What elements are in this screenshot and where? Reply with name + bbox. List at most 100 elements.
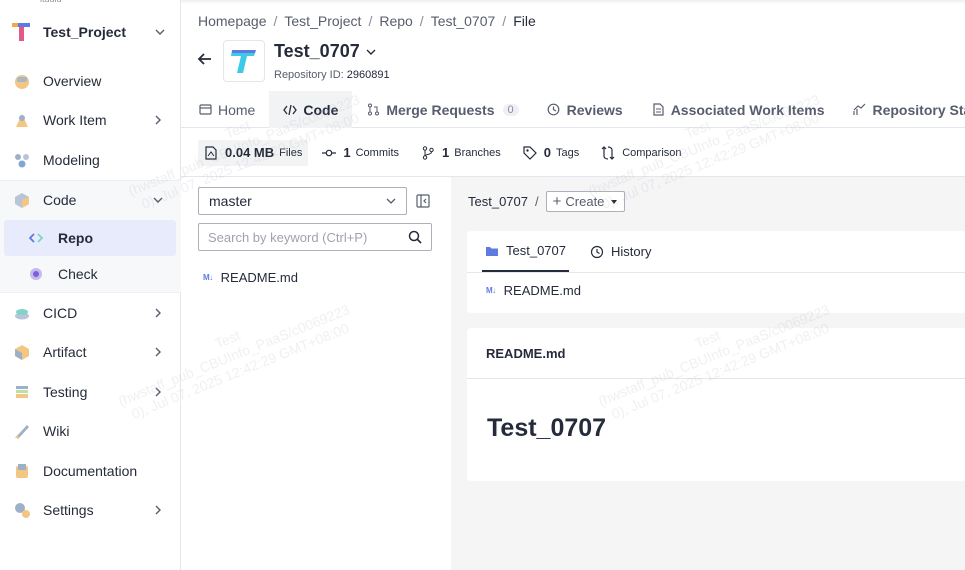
create-button[interactable]: + Create	[545, 191, 626, 212]
stat-files[interactable]: 0.04 MB Files	[198, 139, 309, 166]
tab-code[interactable]: Code	[269, 91, 353, 128]
work-item-icon	[12, 111, 31, 130]
chevron-down-icon	[366, 49, 376, 55]
tab-associated-work-items[interactable]: Associated Work Items	[637, 91, 839, 128]
sidebar-item-testing[interactable]: Testing	[0, 372, 181, 412]
commit-icon	[322, 146, 337, 160]
tab-merge-requests[interactable]: Merge Requests 0	[352, 91, 532, 128]
stat-tags[interactable]: 0 Tags	[523, 145, 579, 160]
document-icon	[651, 103, 665, 117]
wiki-icon	[12, 422, 31, 441]
app-root: ltuuiu Test_Project Overview Work Item	[0, 0, 965, 570]
sidebar-subitem-label: Repo	[58, 230, 93, 246]
sidebar-item-label: CICD	[43, 304, 78, 321]
branch-select[interactable]: master	[198, 187, 407, 215]
sidebar-top-label: ltuuiu	[40, 0, 62, 4]
sidebar-subitem-repo[interactable]: Repo	[4, 220, 176, 256]
repo-tabs: Home Code Merge Requests 0 Reviews Assoc…	[181, 91, 965, 128]
stat-branches-value: 1	[442, 145, 450, 160]
sidebar-item-work-item[interactable]: Work Item	[0, 101, 181, 141]
repo-stats: 0.04 MB Files 1 Commits 1 Branches 0 Tag…	[198, 139, 704, 166]
stat-comparison-label: Comparison	[622, 146, 682, 159]
stat-size-label: Files	[279, 146, 303, 159]
sidebar-item-label: Artifact	[43, 344, 87, 361]
repo-id: Repository ID: 2960891	[274, 69, 390, 81]
stat-tags-value: 0	[543, 145, 551, 160]
tab-home[interactable]: Home	[181, 91, 269, 128]
tab-repository-statistics[interactable]: Repository Statistics	[838, 91, 965, 128]
breadcrumb-separator: /	[419, 13, 424, 29]
tab-history[interactable]: History	[587, 231, 654, 272]
collapse-panel-icon[interactable]	[416, 194, 430, 208]
chevron-right-icon	[155, 308, 161, 318]
sidebar-code-group: Code Repo Check	[0, 179, 181, 293]
tab-label: Code	[303, 101, 339, 118]
readme-heading: Test_0707	[487, 414, 607, 442]
chevron-down-icon	[153, 197, 163, 204]
stat-size-value: 0.04 MB	[225, 145, 275, 160]
sidebar-item-label: Wiki	[43, 423, 70, 440]
tab-label: Reviews	[566, 101, 623, 118]
folder-icon	[485, 244, 499, 258]
branch-select-value: master	[209, 193, 252, 209]
testing-icon	[12, 382, 31, 401]
stat-commits-value: 1	[343, 145, 351, 160]
stat-tags-label: Tags	[555, 146, 580, 159]
breadcrumb-project[interactable]: Test_Project	[284, 13, 361, 29]
chevron-down-icon	[386, 198, 396, 204]
top-shadow	[181, 0, 965, 4]
tab-reviews[interactable]: Reviews	[533, 91, 637, 128]
path-separator: /	[535, 194, 539, 209]
chevron-right-icon	[155, 387, 161, 397]
create-button-label: Create	[565, 194, 605, 209]
readme-header: README.md	[467, 328, 965, 379]
file-search-input[interactable]	[208, 229, 408, 245]
cicd-icon	[12, 303, 31, 322]
file-size-icon	[204, 145, 218, 160]
project-name: Test_Project	[43, 24, 126, 40]
file-list-item[interactable]: M↓ README.md	[467, 273, 965, 298]
stat-branches-label: Branches	[454, 146, 501, 159]
sidebar-item-documentation[interactable]: Documentation	[0, 451, 181, 491]
sidebar-item-label: Modeling	[43, 151, 100, 168]
sidebar-item-settings[interactable]: Settings	[0, 491, 181, 531]
stat-branches[interactable]: 1 Branches	[421, 145, 501, 160]
tab-files[interactable]: Test_0707	[482, 231, 569, 272]
file-tree-item[interactable]: M↓ README.md	[203, 270, 298, 285]
breadcrumb-homepage[interactable]: Homepage	[198, 13, 267, 29]
repo-name[interactable]: Test_0707	[274, 41, 376, 62]
breadcrumb-repository[interactable]: Test_0707	[431, 13, 496, 29]
sidebar-item-cicd[interactable]: CICD	[0, 293, 181, 333]
file-list-item-name: README.md	[503, 283, 581, 298]
sidebar-item-label: Code	[43, 192, 77, 209]
tab-label: Repository Statistics	[872, 101, 965, 118]
project-switcher[interactable]: Test_Project	[0, 14, 181, 50]
tab-label: Merge Requests	[386, 101, 495, 118]
sidebar-subitem-check[interactable]: Check	[0, 256, 181, 292]
sidebar-item-modeling[interactable]: Modeling	[0, 140, 181, 180]
caret-down-icon	[611, 199, 618, 204]
tag-icon	[523, 145, 537, 160]
sidebar-item-overview[interactable]: Overview	[0, 61, 181, 101]
sidebar-nav: Overview Work Item Modeling Code Repo Ch…	[0, 61, 181, 530]
back-arrow-icon[interactable]	[196, 50, 214, 68]
sidebar-item-label: Settings	[43, 502, 94, 519]
breadcrumb-current: File	[513, 13, 536, 29]
search-icon[interactable]	[408, 230, 422, 244]
sidebar-item-label: Overview	[43, 72, 102, 89]
settings-icon	[12, 501, 31, 520]
breadcrumb: Homepage / Test_Project / Repo / Test_0707 /…	[198, 13, 536, 29]
markdown-icon: M↓	[203, 273, 213, 282]
stat-commits[interactable]: 1 Commits	[322, 145, 399, 160]
breadcrumb-separator: /	[368, 13, 373, 29]
sidebar-subitem-label: Check	[58, 266, 98, 282]
breadcrumb-repo[interactable]: Repo	[379, 13, 412, 29]
code-icon	[12, 191, 31, 210]
file-search	[198, 223, 432, 251]
sidebar-item-code[interactable]: Code	[0, 181, 181, 221]
sidebar-item-wiki[interactable]: Wiki	[0, 412, 181, 452]
sidebar-item-artifact[interactable]: Artifact	[0, 333, 181, 373]
file-tree-item-name: README.md	[220, 270, 298, 285]
stat-comparison[interactable]: Comparison	[601, 145, 682, 160]
path-root[interactable]: Test_0707	[468, 194, 528, 209]
